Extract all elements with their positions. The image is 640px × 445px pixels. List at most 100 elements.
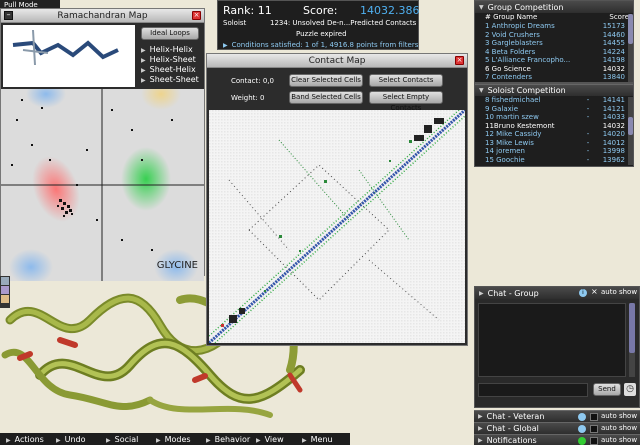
soloist-dash [587, 122, 603, 131]
chat-scrollbar[interactable] [629, 303, 635, 377]
soloist-row[interactable]: 9 Galaxie - 14121 [475, 105, 633, 114]
soloist-score: 14032 [602, 121, 625, 130]
band-selected-cells-button[interactable]: Band Selected Cells [289, 91, 363, 104]
ideal-loops-button[interactable]: Ideal Loops [141, 27, 199, 40]
group-row[interactable]: 2 Void Crushers 14460 [475, 31, 633, 40]
soloist-row[interactable]: 8 fishedmichael - 14141 [475, 96, 633, 105]
score-value: 14032.386 [360, 4, 420, 17]
mode-label: Soloist [223, 19, 247, 27]
group-row[interactable]: 6 Go Science 14032 [475, 65, 633, 74]
tool-icon[interactable] [1, 277, 9, 285]
info-icon[interactable] [578, 425, 586, 433]
clock-icon[interactable]: ◷ [624, 383, 636, 396]
group-row[interactable]: 4 Beta Folders 14224 [475, 48, 633, 57]
soloist-row[interactable]: 14 joremen - 13998 [475, 147, 633, 156]
chat-input[interactable] [478, 383, 588, 397]
conditions-text: Conditions satisfied: 1 of 1, 4916.8 poi… [231, 41, 419, 49]
rama-option-row[interactable]: ▶ Sheet-Sheet [141, 75, 203, 85]
group-score-header: Score [609, 13, 629, 21]
contact-label: Contact: 0,0 [231, 77, 274, 85]
info-icon[interactable]: i [579, 289, 587, 297]
status-icon[interactable] [578, 437, 586, 445]
rama-option: Helix-Helix [149, 45, 193, 54]
close-x-icon[interactable]: × [591, 287, 598, 296]
ramachandran-plot[interactable] [1, 89, 204, 281]
soloist-row[interactable]: 11Bruno Kestemont 14032 [475, 122, 633, 131]
menu-label: Menu [310, 434, 333, 444]
soloist-dash: - [586, 147, 590, 155]
chat-rows: ▶ Chat - Veteran auto show ▶ Chat - Glob… [474, 410, 640, 445]
menu-label: Undo [64, 434, 86, 444]
rama-option-row[interactable]: ▶ Helix-Sheet [141, 55, 203, 65]
ramachandran-titlebar[interactable]: – Ramachandran Map × [1, 9, 204, 23]
group-name: 5 L'Alliance Francopho... [485, 56, 571, 64]
scrollbar[interactable] [628, 97, 633, 165]
soloist-competition-header[interactable]: ▼ Soloist Competition [475, 84, 633, 96]
soloist-score: 13962 [602, 155, 625, 164]
group-row[interactable]: 3 Gargleblasters 14455 [475, 39, 633, 48]
soloist-row[interactable]: 15 Goochie - 13962 [475, 156, 633, 165]
rama-option-row[interactable]: ▶ Sheet-Helix [141, 65, 203, 75]
close-icon[interactable]: × [192, 11, 201, 20]
scrollbar-thumb[interactable] [628, 117, 633, 135]
checkbox-icon[interactable] [590, 437, 598, 445]
chat-log[interactable] [478, 303, 626, 377]
menu-modes[interactable]: ▶ Modes [156, 435, 206, 444]
tool-icon[interactable] [1, 295, 9, 303]
contact-map-grid[interactable] [209, 110, 465, 343]
group-name: 6 Go Science [485, 64, 531, 73]
group-name-header: # Group Name [485, 13, 538, 21]
contact-map-titlebar[interactable]: Contact Map × [207, 54, 467, 68]
menu-behavior[interactable]: ▶ Behavior [206, 435, 256, 444]
info-icon[interactable] [578, 413, 586, 421]
triangle-down-icon: ▼ [479, 3, 484, 11]
group-row[interactable]: 5 L'Alliance Francopho... 14198 [475, 56, 633, 65]
conditions-row[interactable]: ▶ Conditions satisfied: 1 of 1, 4916.8 po… [223, 41, 418, 49]
group-competition-header[interactable]: ▼ Group Competition [475, 1, 633, 13]
scrollbar-thumb[interactable] [629, 303, 635, 353]
triangle-icon: ▶ [106, 436, 111, 444]
clear-selected-cells-button[interactable]: Clear Selected Cells [289, 74, 363, 87]
soloist-name: 8 fishedmichael [485, 96, 541, 104]
soloist-row[interactable]: 13 Mike Lewis - 14012 [475, 139, 633, 148]
soloist-row[interactable]: 12 Mike Cassidy - 14020 [475, 130, 633, 139]
triangle-icon: ▶ [6, 436, 11, 444]
notifications-row[interactable]: ▶ Notifications auto show [474, 434, 640, 445]
scrollbar[interactable] [628, 14, 633, 82]
soloist-name: 9 Galaxie [485, 104, 519, 113]
checkbox-icon[interactable] [590, 425, 598, 433]
select-contacts-button[interactable]: Select Contacts [369, 74, 443, 87]
chat-veteran-row[interactable]: ▶ Chat - Veteran auto show [474, 410, 640, 422]
menu-actions[interactable]: ▶ Actions [0, 435, 56, 444]
triangle-icon: ▶ [141, 57, 146, 64]
chat-group-header[interactable]: ▶ Chat - Group i × auto show [475, 287, 639, 299]
scrollbar-thumb[interactable] [628, 14, 633, 44]
ramachandran-panel: – Ramachandran Map × Ideal Loops ▶ Helix-… [0, 8, 205, 281]
rama-option-row[interactable]: ▶ Helix-Helix [141, 45, 203, 55]
score-label: Score: [303, 4, 338, 17]
group-name: 2 Void Crushers [485, 30, 540, 39]
group-row[interactable]: 7 Contenders 13840 [475, 73, 633, 82]
menu-view[interactable]: ▶ View [256, 435, 302, 444]
contact-map-title: Contact Map [308, 55, 366, 66]
minimize-icon[interactable]: – [4, 11, 13, 20]
select-empty-contacts-button[interactable]: Select Empty Contacts [369, 91, 443, 112]
triangle-icon: ▶ [141, 67, 146, 74]
rama-option: Sheet-Helix [149, 65, 196, 74]
menu-menu[interactable]: ▶ Menu [302, 435, 348, 444]
send-button[interactable]: Send [593, 383, 621, 396]
menu-label: View [264, 434, 284, 444]
group-score: 15173 [602, 22, 625, 30]
soloist-score: 14141 [602, 96, 625, 104]
menu-undo[interactable]: ▶ Undo [56, 435, 106, 444]
soloist-row[interactable]: 10 martin szew - 14033 [475, 113, 633, 122]
tool-icon[interactable] [1, 286, 9, 294]
soloist-dash: - [586, 138, 590, 147]
close-icon[interactable]: × [455, 56, 464, 65]
menu-social[interactable]: ▶ Social [106, 435, 156, 444]
chat-global-row[interactable]: ▶ Chat - Global auto show [474, 422, 640, 434]
group-row[interactable]: 1 Anthropic Dreams 15173 [475, 22, 633, 31]
triangle-icon: ▶ [478, 413, 483, 420]
triangle-icon: ▶ [478, 425, 483, 432]
checkbox-icon[interactable] [590, 413, 598, 421]
